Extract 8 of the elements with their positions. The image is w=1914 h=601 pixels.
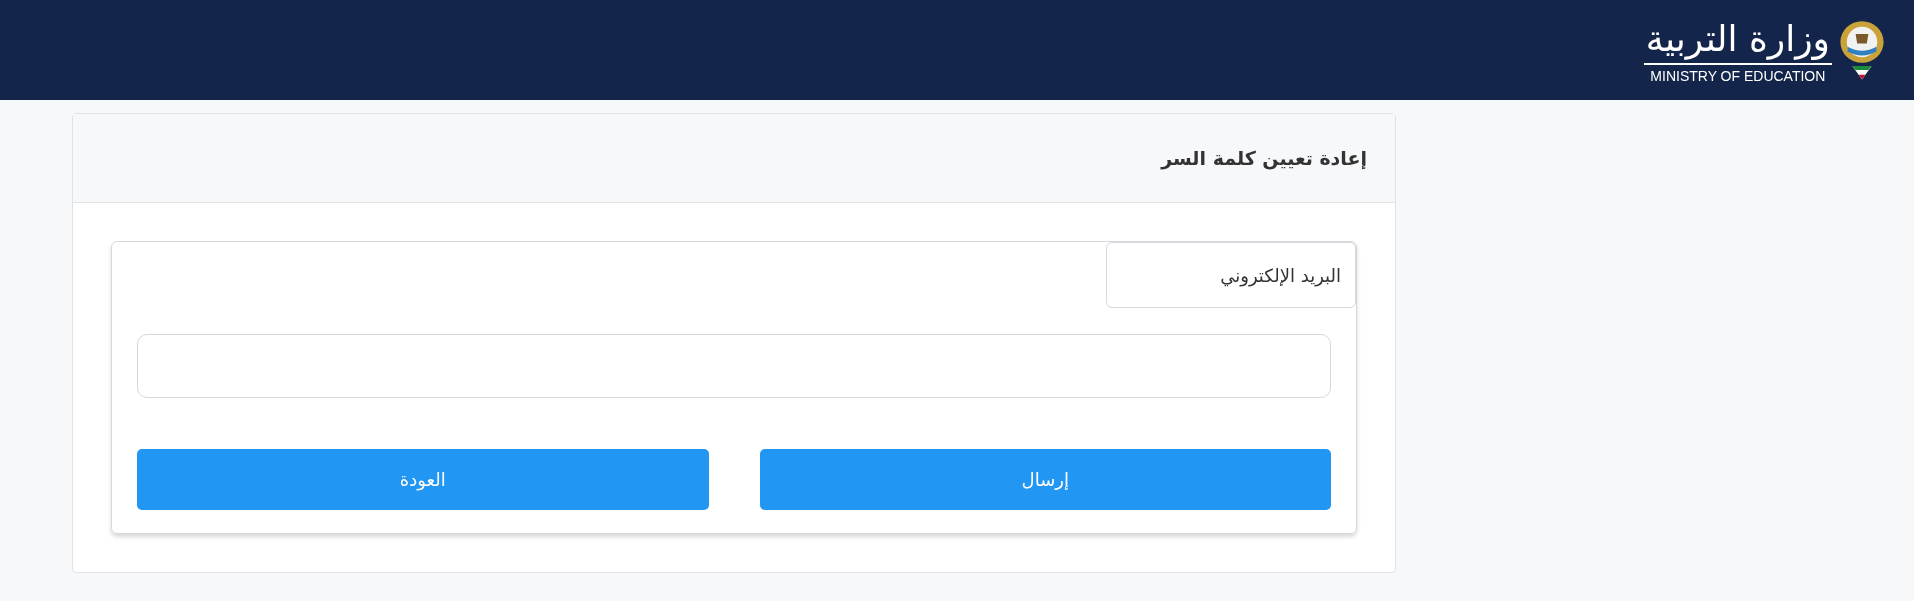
- send-button[interactable]: إرسال: [759, 449, 1331, 510]
- logo-subtitle: MINISTRY OF EDUCATION: [1650, 67, 1826, 84]
- email-label: البريد الإلكتروني: [1106, 242, 1356, 308]
- card-title: إعادة تعيين كلمة السر: [1161, 147, 1367, 169]
- back-button[interactable]: العودة: [137, 449, 709, 510]
- email-field[interactable]: [137, 334, 1331, 398]
- logo-title: وزارة التربية: [1643, 16, 1832, 65]
- emblem-icon: [1838, 19, 1886, 81]
